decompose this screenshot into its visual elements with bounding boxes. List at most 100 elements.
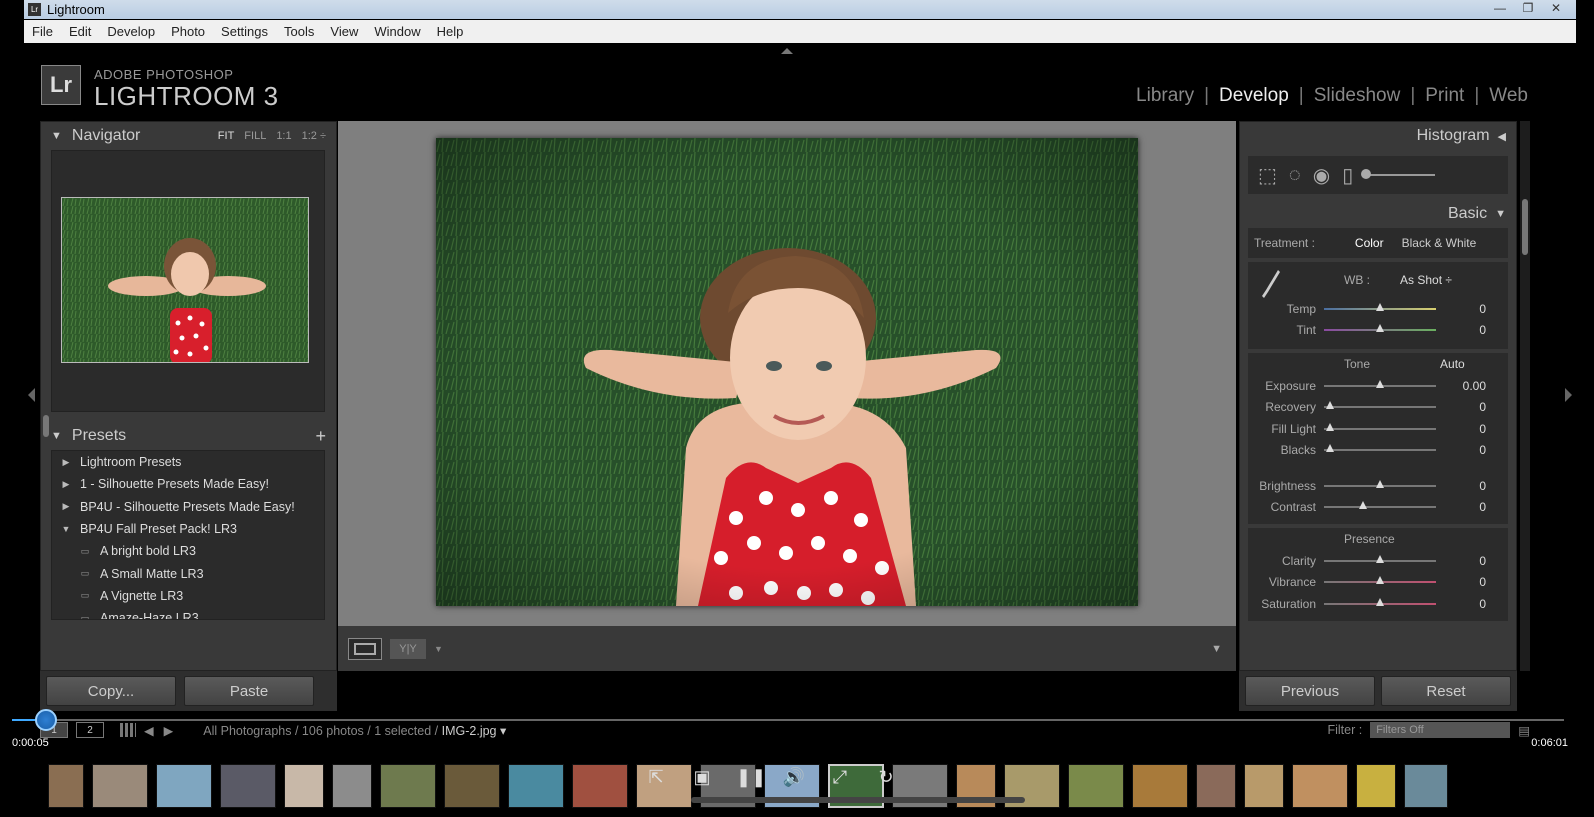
slider-thumb[interactable] <box>1325 444 1334 453</box>
slider-track[interactable] <box>1324 379 1436 388</box>
navigator-header[interactable]: ▼ Navigator FIT FILL 1:1 1:2 ÷ <box>41 122 336 150</box>
slider-value[interactable]: 0 <box>1436 443 1486 457</box>
slider-track[interactable] <box>1324 444 1436 453</box>
volume-icon[interactable]: 🔊 <box>782 767 806 788</box>
slider-thumb[interactable] <box>1376 302 1384 311</box>
filmstrip-thumbnail[interactable] <box>444 764 500 808</box>
slider-track[interactable] <box>1324 597 1436 606</box>
slider-thumb[interactable] <box>1376 324 1384 333</box>
filmstrip-thumbnail[interactable] <box>1132 764 1188 808</box>
menu-view[interactable]: View <box>322 24 366 39</box>
replay-icon[interactable]: ↻ <box>874 767 898 788</box>
slider-thumb[interactable] <box>1376 576 1384 585</box>
filmstrip-thumbnail[interactable] <box>1196 764 1236 808</box>
paste-settings-button[interactable]: Paste <box>184 676 314 706</box>
zoom-1-1[interactable]: 1:1 <box>276 130 291 142</box>
filmstrip-thumbnail[interactable] <box>220 764 276 808</box>
slider-thumb[interactable] <box>1376 597 1384 606</box>
right-panel-scrollbar[interactable] <box>1520 121 1530 671</box>
slider-value[interactable]: 0 <box>1436 323 1486 337</box>
slider-clarity[interactable]: Clarity 0 <box>1248 550 1508 572</box>
filmstrip-thumbnail[interactable] <box>1068 764 1124 808</box>
slider-track[interactable] <box>1324 401 1436 410</box>
red-eye-tool-icon[interactable]: ◉ <box>1313 163 1330 188</box>
menu-tools[interactable]: Tools <box>276 24 322 39</box>
module-print[interactable]: Print <box>1415 85 1474 107</box>
current-file[interactable]: IMG-2.jpg ▾ <box>442 724 507 738</box>
loupe-view-button[interactable] <box>348 637 382 660</box>
filmstrip-thumbnail[interactable] <box>1292 764 1348 808</box>
slider-value[interactable]: 0 <box>1436 302 1486 316</box>
module-web[interactable]: Web <box>1479 85 1538 107</box>
maximize-button[interactable]: ❐ <box>1516 0 1540 16</box>
menu-help[interactable]: Help <box>429 24 472 39</box>
slider-value[interactable]: 0 <box>1436 597 1486 611</box>
add-preset-icon[interactable]: + <box>315 426 326 447</box>
slider-track[interactable] <box>1324 302 1436 311</box>
slider-blacks[interactable]: Blacks 0 <box>1248 440 1508 462</box>
filmstrip-thumbnail[interactable] <box>48 764 84 808</box>
slider-value[interactable]: 0 <box>1436 500 1486 514</box>
filmstrip-thumbnail[interactable] <box>508 764 564 808</box>
copy-settings-button[interactable]: Copy... <box>46 676 176 706</box>
video-progress-bar[interactable] <box>12 709 1564 731</box>
spot-removal-tool-icon[interactable]: ◌ <box>1289 164 1301 187</box>
slider-value[interactable]: 0 <box>1436 422 1486 436</box>
slider-value[interactable]: 0.00 <box>1436 379 1486 393</box>
slider-brightness[interactable]: Brightness 0 <box>1248 475 1508 497</box>
slider-track[interactable] <box>1324 324 1436 333</box>
slider-track[interactable] <box>1324 501 1436 510</box>
slider-track[interactable] <box>1324 479 1436 488</box>
menu-file[interactable]: File <box>24 24 61 39</box>
filter-select[interactable]: Filters Off <box>1370 722 1511 738</box>
fullscreen-icon[interactable]: ⤢ <box>828 767 852 788</box>
graduated-filter-tool-icon[interactable]: ▯ <box>1342 163 1353 188</box>
close-button[interactable]: ✕ <box>1544 0 1568 16</box>
filmstrip-thumbnail[interactable] <box>572 764 628 808</box>
adjustment-brush-tool-icon[interactable] <box>1361 169 1436 179</box>
filmstrip-thumbnail[interactable] <box>1244 764 1284 808</box>
secondary-window-button[interactable]: 2 <box>76 722 104 738</box>
slider-value[interactable]: 0 <box>1436 575 1486 589</box>
filmstrip-thumbnail[interactable] <box>1356 764 1396 808</box>
preset-folder-lightroom[interactable]: ▶ Lightroom Presets <box>52 451 324 473</box>
bottom-scrollbar[interactable] <box>691 797 1025 803</box>
forward-arrow-icon[interactable]: ▶ <box>164 723 174 738</box>
histogram-header[interactable]: Histogram ◀ <box>1240 122 1516 150</box>
left-panel-toggle-icon[interactable] <box>28 388 35 402</box>
filmstrip-thumbnail[interactable] <box>380 764 436 808</box>
basic-header[interactable]: Basic ▼ <box>1240 200 1516 228</box>
filmstrip-thumbnail[interactable] <box>92 764 148 808</box>
slider-recovery[interactable]: Recovery 0 <box>1248 397 1508 419</box>
filmstrip-thumbnail[interactable] <box>284 764 324 808</box>
left-panel-scrollbar[interactable] <box>43 415 49 437</box>
slider-track[interactable] <box>1324 422 1436 431</box>
slider-track[interactable] <box>1324 576 1436 585</box>
slider-value[interactable]: 0 <box>1436 554 1486 568</box>
filter-lock-icon[interactable]: ▤ <box>1518 723 1530 738</box>
preset-folder-silhouette[interactable]: ▶ 1 - Silhouette Presets Made Easy! <box>52 473 324 495</box>
preset-folder-bp4u-fall[interactable]: ▼ BP4U Fall Preset Pack! LR3 <box>52 518 324 540</box>
slider-fill-light[interactable]: Fill Light 0 <box>1248 418 1508 440</box>
menu-edit[interactable]: Edit <box>61 24 99 39</box>
main-image-view[interactable] <box>338 121 1236 626</box>
slider-thumb[interactable] <box>1325 401 1334 410</box>
navigator-thumbnail[interactable] <box>61 197 309 363</box>
back-arrow-icon[interactable]: ◀ <box>144 723 154 738</box>
filmstrip-thumbnail[interactable] <box>1404 764 1448 808</box>
preset-item[interactable]: ▭ A Vignette LR3 <box>52 585 324 607</box>
preset-item[interactable]: ▭ Amaze-Haze LR3 <box>52 607 324 619</box>
slider-value[interactable]: 0 <box>1436 479 1486 493</box>
slider-thumb[interactable] <box>1376 554 1384 563</box>
pause-icon[interactable]: ❚❚ <box>736 767 766 788</box>
top-panel-toggle-icon[interactable] <box>781 48 793 54</box>
presets-header[interactable]: ▼ Presets + <box>41 422 336 450</box>
navigator-preview[interactable] <box>51 150 325 412</box>
slider-thumb[interactable] <box>1325 422 1334 431</box>
filmstrip-thumbnail[interactable] <box>156 764 212 808</box>
grid-view-icon[interactable] <box>120 723 136 737</box>
menu-develop[interactable]: Develop <box>99 24 163 39</box>
preset-item[interactable]: ▭ A Small Matte LR3 <box>52 562 324 584</box>
slider-tint[interactable]: Tint 0 <box>1248 320 1508 342</box>
video-progress-knob[interactable] <box>35 709 58 731</box>
